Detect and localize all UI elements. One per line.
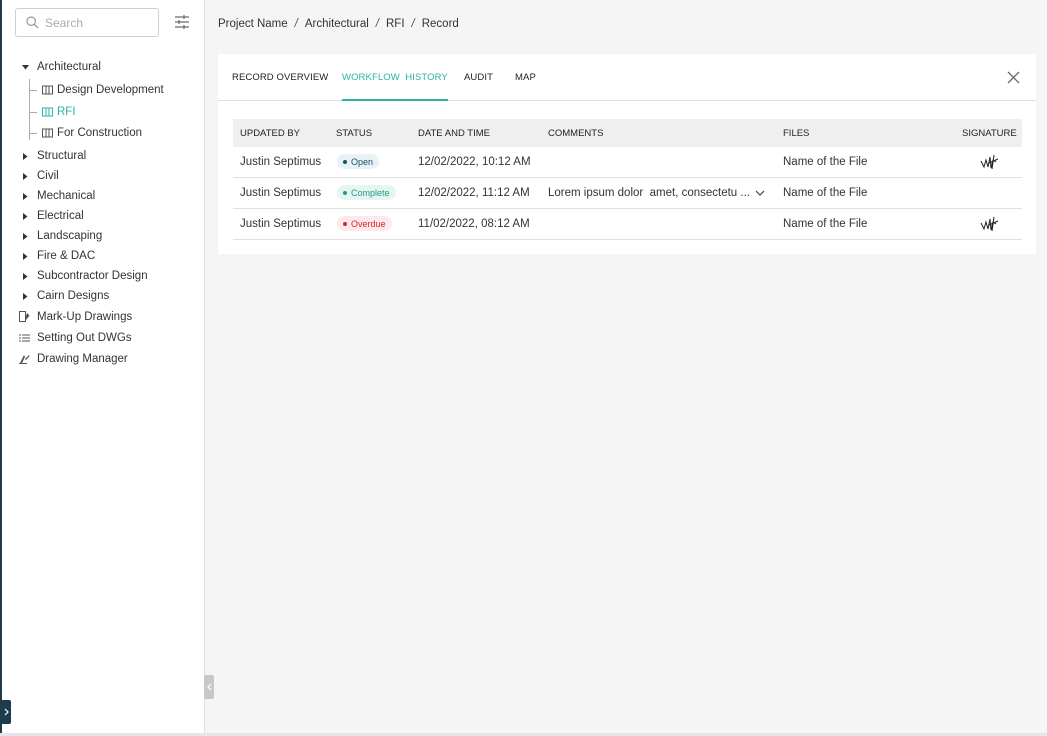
- caret-right-icon[interactable]: [20, 291, 30, 301]
- tree-connector: [29, 90, 37, 91]
- tree-item-label: RFI: [57, 106, 76, 118]
- cell-date-time: 12/02/2022, 11:12 AM: [418, 187, 530, 199]
- column-header-comments[interactable]: COMMENTS: [548, 128, 603, 139]
- tree-item-label: Fire & DAC: [37, 250, 96, 262]
- caret-right-icon[interactable]: [20, 271, 30, 281]
- status-badge-label: Open: [351, 156, 374, 167]
- table-row[interactable]: Justin Septimus Complete 12/02/2022, 11:…: [233, 178, 1022, 209]
- search-box[interactable]: [15, 8, 159, 37]
- caret-right-icon[interactable]: [20, 151, 30, 161]
- cell-updated-by: Justin Septimus: [240, 187, 322, 199]
- breadcrumb-item-architectural[interactable]: Architectural: [305, 18, 369, 30]
- tree-item-label: Electrical: [37, 210, 84, 222]
- folder-grid-icon: [42, 85, 53, 95]
- breadcrumb-item-project[interactable]: Project Name: [218, 18, 288, 30]
- tree-item-label: Design Development: [57, 84, 164, 96]
- status-badge-label: Complete: [351, 187, 390, 198]
- caret-right-icon[interactable]: [20, 191, 30, 201]
- caret-right-icon[interactable]: [20, 171, 30, 181]
- breadcrumb-separator: /: [411, 18, 415, 30]
- cell-file-link[interactable]: Name of the File: [783, 218, 867, 230]
- tree-item-label: Drawing Manager: [37, 353, 128, 365]
- chevron-down-icon[interactable]: [755, 189, 765, 197]
- breadcrumb-separator: /: [294, 18, 298, 30]
- table-header: UPDATED BY STATUS DATE AND TIME COMMENTS…: [233, 119, 1022, 147]
- record-panel: RECORD OVERVIEW WORKFLOW HISTORY AUDIT M…: [218, 54, 1036, 254]
- status-badge-label: Overdue: [351, 218, 386, 229]
- chevron-right-icon: [4, 708, 9, 716]
- tab-bar: RECORD OVERVIEW WORKFLOW HISTORY AUDIT M…: [218, 54, 1036, 101]
- collapse-sidebar-button[interactable]: [204, 675, 214, 699]
- tree-item-label: Structural: [37, 150, 87, 162]
- breadcrumb-item-record: Record: [421, 18, 459, 30]
- cell-date-time: 11/02/2022, 08:12 AM: [418, 218, 530, 230]
- caret-right-icon[interactable]: [20, 211, 30, 221]
- drawing-manager-icon: [19, 355, 30, 364]
- status-dot-icon: [343, 190, 347, 195]
- tab-record-overview[interactable]: RECORD OVERVIEW: [232, 72, 328, 101]
- status-dot-icon: [343, 159, 347, 164]
- cell-date-time: 12/02/2022, 10:12 AM: [418, 156, 531, 168]
- tree-connector: [29, 112, 37, 113]
- cell-file-link[interactable]: Name of the File: [783, 187, 867, 199]
- tree-item-label: Architectural: [37, 61, 101, 73]
- markup-icon: [19, 311, 30, 322]
- column-header-date-time[interactable]: DATE AND TIME: [418, 128, 490, 139]
- folder-grid-icon: [42, 128, 53, 138]
- breadcrumb-item-rfi[interactable]: RFI: [386, 18, 405, 30]
- sidebar: Architectural Design Development RFI: [2, 0, 205, 736]
- table-row[interactable]: Justin Septimus Overdue 11/02/2022, 08:1…: [233, 209, 1022, 240]
- column-header-files[interactable]: FILES: [783, 128, 809, 139]
- search-input[interactable]: [45, 15, 145, 30]
- tab-workflow-history[interactable]: WORKFLOW HISTORY: [342, 72, 448, 101]
- cell-updated-by: Justin Septimus: [240, 218, 322, 230]
- search-icon: [26, 16, 39, 29]
- status-badge: Complete: [337, 185, 396, 200]
- status-badge: Overdue: [337, 216, 392, 231]
- table-row[interactable]: Justin Septimus Open 12/02/2022, 10:12 A…: [233, 147, 1022, 178]
- caret-down-icon[interactable]: [20, 62, 30, 72]
- caret-right-icon[interactable]: [20, 231, 30, 241]
- cell-file-link[interactable]: Name of the File: [783, 156, 867, 168]
- tab-map[interactable]: MAP: [515, 72, 536, 101]
- tree-item-label: Setting Out DWGs: [37, 332, 132, 344]
- signature-icon: [980, 154, 999, 170]
- column-header-status[interactable]: STATUS: [336, 128, 372, 139]
- chevron-left-icon: [206, 683, 211, 691]
- tree-item-label: Landscaping: [37, 230, 103, 242]
- column-header-updated-by[interactable]: UPDATED BY: [240, 128, 300, 139]
- breadcrumb: Project Name / Architectural / RFI / Rec…: [218, 18, 459, 30]
- cell-comment: Lorem ipsum dolor amet, consectetu ...: [548, 187, 750, 199]
- breadcrumb-separator: /: [375, 18, 379, 30]
- tree-connector: [29, 133, 37, 134]
- signature-icon: [980, 216, 999, 232]
- tree-item-label: Civil: [37, 170, 59, 182]
- close-icon[interactable]: [1007, 71, 1020, 84]
- filter-settings-icon[interactable]: [174, 14, 190, 30]
- status-badge: Open: [337, 154, 380, 169]
- caret-right-icon[interactable]: [20, 251, 30, 261]
- tree-item-label: Cairn Designs: [37, 290, 110, 302]
- tree-item-label: Mark-Up Drawings: [37, 311, 133, 323]
- column-header-signature[interactable]: SIGNATURE: [962, 128, 1017, 139]
- tree-item-label: For Construction: [57, 127, 143, 139]
- tree-connector: [29, 79, 30, 140]
- tree-item-label: Mechanical: [37, 190, 96, 202]
- list-icon: [19, 334, 30, 342]
- expand-panel-button[interactable]: [2, 700, 11, 724]
- cell-updated-by: Justin Septimus: [240, 156, 322, 168]
- folder-grid-icon: [42, 107, 53, 117]
- status-dot-icon: [343, 221, 347, 226]
- tree-item-label: Subcontractor Design: [37, 270, 148, 282]
- tab-audit[interactable]: AUDIT: [464, 72, 493, 101]
